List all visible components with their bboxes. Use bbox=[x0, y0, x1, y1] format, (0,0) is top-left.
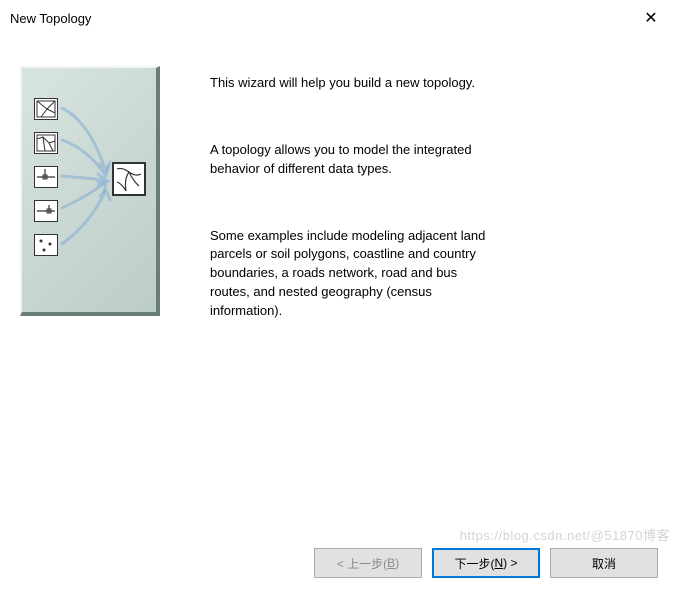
source-layer-icon bbox=[34, 98, 58, 120]
topology-illustration bbox=[20, 66, 160, 316]
back-button: < 上一步(B) bbox=[314, 548, 422, 578]
illustration-panel bbox=[20, 66, 170, 326]
source-layer-icon bbox=[34, 132, 58, 154]
wizard-intro-text: This wizard will help you build a new to… bbox=[210, 74, 490, 93]
target-topology-icon bbox=[112, 162, 146, 196]
title-bar: New Topology ✕ bbox=[0, 0, 678, 36]
arrow-icon bbox=[60, 184, 115, 254]
source-layer-icon bbox=[34, 200, 58, 222]
next-button[interactable]: 下一步(N) > bbox=[432, 548, 540, 578]
source-layer-icon bbox=[34, 166, 58, 188]
cancel-button[interactable]: 取消 bbox=[550, 548, 658, 578]
wizard-button-row: < 上一步(B) 下一步(N) > 取消 bbox=[314, 548, 658, 578]
watermark-text: https://blog.csdn.net/@51870博客 bbox=[460, 525, 670, 544]
wizard-text: This wizard will help you build a new to… bbox=[210, 66, 648, 369]
close-icon[interactable]: ✕ bbox=[636, 8, 666, 28]
source-layer-icon bbox=[34, 234, 58, 256]
window-title: New Topology bbox=[10, 11, 91, 26]
wizard-description-text: A topology allows you to model the integ… bbox=[210, 141, 490, 179]
wizard-examples-text: Some examples include modeling adjacent … bbox=[210, 227, 490, 321]
wizard-content: This wizard will help you build a new to… bbox=[0, 36, 678, 369]
